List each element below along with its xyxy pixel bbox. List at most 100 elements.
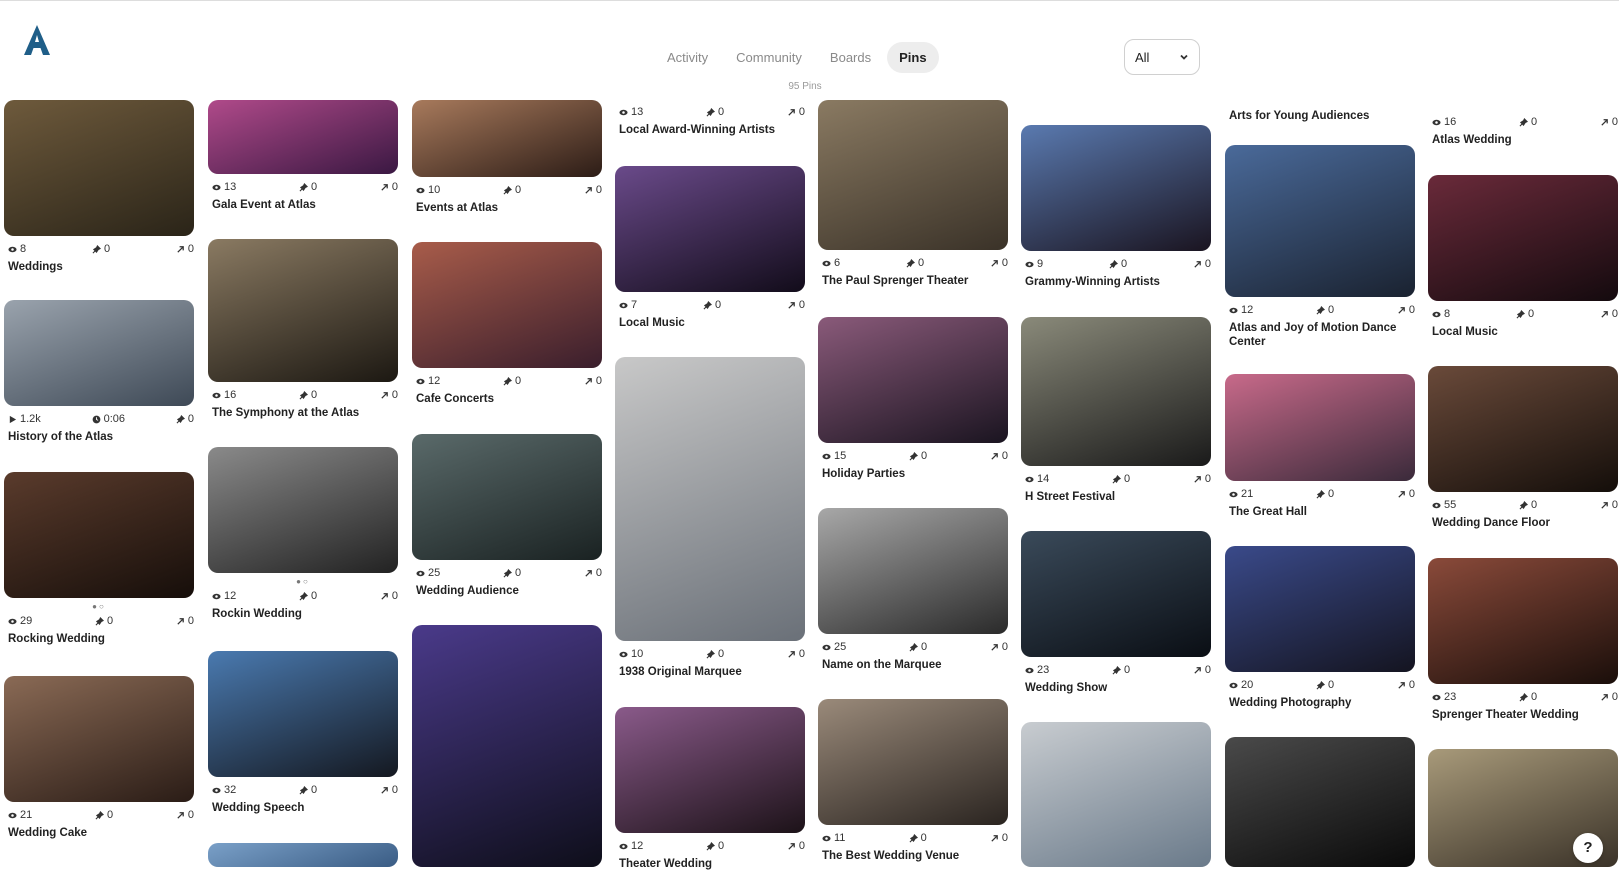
view-count-value: 8 bbox=[1444, 308, 1451, 320]
pin-image[interactable] bbox=[1225, 374, 1415, 481]
share-count: 0 bbox=[380, 784, 398, 796]
share-count: 0 bbox=[1397, 304, 1415, 316]
pin-title[interactable]: Name on the Marquee bbox=[822, 658, 1008, 672]
view-count-value: 32 bbox=[224, 784, 237, 796]
pin-image[interactable] bbox=[818, 100, 1008, 250]
view-count: 10 bbox=[416, 184, 440, 196]
eye-icon bbox=[212, 593, 221, 599]
tab-activity[interactable]: Activity bbox=[655, 42, 720, 73]
pin-image[interactable] bbox=[1428, 366, 1618, 492]
view-count: 25 bbox=[822, 641, 846, 653]
pin-title[interactable]: Gala Event at Atlas bbox=[212, 198, 398, 212]
pin-stats: 12 0 0 bbox=[619, 839, 805, 853]
atlas-logo-icon[interactable] bbox=[22, 23, 52, 57]
pin-image[interactable] bbox=[412, 242, 602, 368]
duration-value: 0:06 bbox=[103, 413, 126, 425]
view-count-value: 23 bbox=[1037, 664, 1050, 676]
save-count: 0 bbox=[299, 181, 317, 193]
pin-image[interactable] bbox=[4, 676, 194, 802]
share-arrow-icon bbox=[1601, 310, 1608, 318]
pin-image[interactable] bbox=[412, 100, 602, 177]
pin-title[interactable]: Weddings bbox=[8, 260, 194, 274]
pin-image[interactable] bbox=[208, 239, 398, 382]
eye-icon bbox=[416, 570, 425, 576]
pin-title[interactable]: Wedding Audience bbox=[416, 584, 602, 598]
pin-image[interactable] bbox=[1225, 546, 1415, 672]
pin-image[interactable] bbox=[818, 699, 1008, 825]
pin-title[interactable]: Arts for Young Audiences bbox=[1229, 109, 1415, 123]
pin-image[interactable] bbox=[615, 707, 805, 833]
pin-title[interactable]: Sprenger Theater Wedding bbox=[1432, 708, 1618, 722]
pin-image[interactable] bbox=[412, 434, 602, 560]
eye-icon bbox=[1432, 119, 1441, 125]
tab-community[interactable]: Community bbox=[724, 42, 814, 73]
pin-title[interactable]: Rockin Wedding bbox=[212, 607, 398, 621]
pushpin-icon bbox=[909, 833, 918, 843]
pin-title[interactable]: The Best Wedding Venue bbox=[822, 849, 1008, 863]
save-count-value: 0 bbox=[311, 590, 318, 602]
pin-image[interactable] bbox=[818, 508, 1008, 634]
pin-image[interactable] bbox=[1021, 317, 1211, 466]
pin-title[interactable]: Local Music bbox=[619, 316, 805, 330]
pin-title[interactable]: Wedding Photography bbox=[1229, 696, 1415, 710]
pin-title[interactable]: Cafe Concerts bbox=[416, 392, 602, 406]
pin-image[interactable] bbox=[1225, 145, 1415, 297]
pin-title[interactable]: Atlas and Joy of Motion Dance Center bbox=[1229, 321, 1415, 349]
pin-image[interactable] bbox=[208, 100, 398, 174]
share-count: 0 bbox=[787, 840, 805, 852]
pin-image[interactable] bbox=[1428, 175, 1618, 301]
pin-title[interactable]: Events at Atlas bbox=[416, 201, 602, 215]
save-count-value: 0 bbox=[920, 832, 927, 844]
tab-pins[interactable]: Pins bbox=[887, 41, 939, 73]
pushpin-icon bbox=[706, 107, 716, 117]
share-arrow-icon bbox=[788, 842, 795, 850]
pin-title[interactable]: H Street Festival bbox=[1025, 490, 1211, 504]
share-count-value: 0 bbox=[1611, 308, 1618, 320]
pin-title[interactable]: The Great Hall bbox=[1229, 505, 1415, 519]
pin-title[interactable]: Rocking Wedding bbox=[8, 632, 194, 646]
filter-select[interactable]: All bbox=[1124, 39, 1200, 75]
pin-image[interactable] bbox=[615, 166, 805, 292]
pushpin-icon bbox=[299, 182, 309, 192]
pin-image[interactable] bbox=[4, 472, 194, 598]
pin-title[interactable]: Wedding Show bbox=[1025, 681, 1211, 695]
tab-boards[interactable]: Boards bbox=[818, 42, 883, 73]
pin-image[interactable] bbox=[4, 300, 194, 406]
pin-title[interactable]: Holiday Parties bbox=[822, 467, 1008, 481]
pin-image[interactable] bbox=[208, 447, 398, 573]
pin-image[interactable] bbox=[4, 100, 194, 236]
pin-image[interactable] bbox=[208, 843, 398, 867]
pin-stats: 9 0 0 bbox=[1025, 257, 1211, 271]
pin-title[interactable]: Local Music bbox=[1432, 325, 1618, 339]
pin-title[interactable]: Local Award-Winning Artists bbox=[619, 123, 805, 137]
pin-title[interactable]: The Paul Sprenger Theater bbox=[822, 274, 1008, 288]
pin-image[interactable] bbox=[1021, 531, 1211, 657]
pin-title[interactable]: The Symphony at the Atlas bbox=[212, 406, 398, 420]
pin-image[interactable] bbox=[615, 357, 805, 641]
pin-title[interactable]: History of the Atlas bbox=[8, 430, 194, 444]
pin-title[interactable]: Wedding Speech bbox=[212, 801, 398, 815]
save-count-value: 0 bbox=[311, 784, 318, 796]
pin-title[interactable]: Wedding Dance Floor bbox=[1432, 516, 1618, 530]
pin-title[interactable]: Theater Wedding bbox=[619, 857, 805, 871]
pin-image[interactable] bbox=[1225, 737, 1415, 867]
share-count: 0 bbox=[584, 567, 602, 579]
help-button[interactable]: ? bbox=[1573, 833, 1603, 863]
pin-title[interactable]: Grammy-Winning Artists bbox=[1025, 275, 1211, 289]
pin-image[interactable] bbox=[1428, 558, 1618, 684]
save-count-value: 0 bbox=[1124, 473, 1131, 485]
pin-image[interactable] bbox=[1021, 125, 1211, 251]
pin-title[interactable]: 1938 Original Marquee bbox=[619, 665, 805, 679]
pin-title[interactable]: Wedding Cake bbox=[8, 826, 194, 840]
pin-image[interactable] bbox=[818, 317, 1008, 443]
pushpin-icon bbox=[299, 785, 309, 795]
pin-image[interactable] bbox=[412, 625, 602, 867]
view-count: 13 bbox=[619, 106, 643, 118]
pin-image[interactable] bbox=[208, 651, 398, 777]
share-count: 0 bbox=[1193, 664, 1211, 676]
view-count: 32 bbox=[212, 784, 236, 796]
pin-stats: 12 0 0 bbox=[1229, 303, 1415, 317]
pushpin-icon bbox=[1112, 474, 1122, 484]
pin-image[interactable] bbox=[1021, 722, 1211, 867]
pin-title[interactable]: Atlas Wedding bbox=[1432, 133, 1618, 147]
